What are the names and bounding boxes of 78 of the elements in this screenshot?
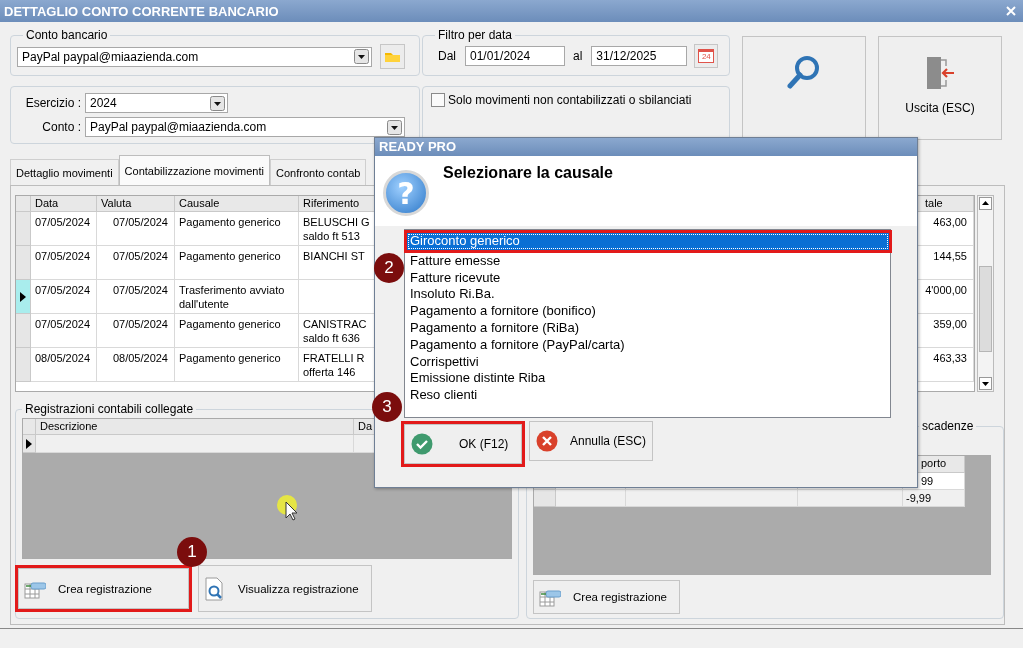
folder-button[interactable] [380,44,405,69]
group-title: Conto bancario [25,28,109,42]
table-icon [539,587,561,607]
row-selector[interactable] [23,435,36,453]
scrollbar[interactable] [977,195,994,392]
table-cell: Pagamento generico [175,348,299,382]
checkbox[interactable] [431,93,445,107]
group-title: scadenze [921,419,975,433]
table-cell: 07/05/2024 [31,212,97,246]
scrollbar-thumb[interactable] [979,266,992,352]
table-cell: 07/05/2024 [97,280,175,314]
folder-icon [384,50,401,63]
list-item[interactable]: Fatture emesse [407,252,888,270]
table-cell: Pagamento generico [175,246,299,280]
table-cell: 07/05/2024 [97,212,175,246]
create-registration-button[interactable]: Crea registrazione [533,580,680,614]
field-label: Esercizio : [24,96,81,110]
step-marker: 3 [372,392,402,422]
list-item[interactable]: Corrispettivi [407,353,888,371]
dialog-heading: Selezionare la causale [443,164,613,183]
cancel-icon [536,430,558,452]
row-pointer-icon [20,291,26,302]
list-item[interactable]: Giroconto generico [407,233,889,250]
scroll-up-icon [979,197,992,210]
date-field[interactable]: 01/01/2024 [465,46,565,66]
check-circle-icon [411,433,433,455]
column-header: Data [31,196,97,212]
combo-box[interactable]: PayPal paypal@miaazienda.com [85,117,405,137]
question-icon: ? [383,170,429,216]
scroll-down-icon [979,377,992,390]
list-item[interactable]: Reso clienti [407,387,888,404]
table-cell: 08/05/2024 [31,348,97,382]
exit-door-icon [924,55,956,91]
table-cell: 07/05/2024 [97,314,175,348]
exit-button[interactable]: Uscita (ESC) [878,36,1002,140]
table-cell [556,490,626,507]
tab[interactable]: Contabilizzazione movimenti [118,155,270,185]
document-search-icon [204,576,226,601]
combo-box[interactable]: PayPal paypal@miaazienda.com [17,46,372,67]
list-item[interactable]: Insoluto Ri.Ba. [407,286,888,304]
tab[interactable]: Dettaglio movimenti [10,159,119,185]
table-cell: 07/05/2024 [31,314,97,348]
row-selector[interactable] [16,280,31,314]
list-item[interactable]: Pagamento a fornitore (RiBa) [407,320,888,337]
search-button[interactable] [742,36,866,140]
dialog-title: READY PRO [375,138,917,156]
field-label: al [573,49,583,63]
row-pointer-icon [26,438,32,449]
table-cell: 08/05/2024 [97,348,175,382]
group-title: Filtro per data [437,28,514,42]
create-registration-button[interactable]: Crea registrazione [18,568,189,609]
close-icon [1006,6,1016,16]
table-cell: Pagamento generico [175,212,299,246]
date-field[interactable]: 31/12/2025 [591,46,688,66]
table-corner [16,196,31,212]
calendar-button[interactable]: 24 [694,44,719,68]
field-label: Dal [438,49,456,63]
checkbox-label: Solo movimenti non contabilizzati o sbilanciati [448,93,692,107]
table-cell: -9,99 [903,490,965,507]
step-marker: 2 [374,253,404,283]
cancel-button[interactable]: Annulla (ESC) [529,421,654,461]
table-corner [23,419,36,435]
column-header: Descrizione [36,419,354,435]
table-cell: 07/05/2024 [97,246,175,280]
tab[interactable]: Confronto contab [270,159,367,185]
table-cell: Trasferimento avviato dall'utente [175,280,299,314]
table-cell: 07/05/2024 [31,246,97,280]
field-label: Conto : [41,120,81,134]
table-cell: 07/05/2024 [31,280,97,314]
view-registration-button[interactable]: Visualizza registrazione [198,565,372,612]
group-title: Registrazioni contabili collegate [24,402,195,416]
combo-box[interactable]: 2024 [85,93,228,113]
table-cell: Pagamento generico [175,314,299,348]
ok-button[interactable]: OK (F12) [404,424,522,464]
column-header: Causale [175,196,299,212]
window-title: DETTAGLIO CONTO CORRENTE BANCARIO [4,3,279,19]
column-header: Valuta [97,196,175,212]
step-marker: 1 [177,537,207,567]
